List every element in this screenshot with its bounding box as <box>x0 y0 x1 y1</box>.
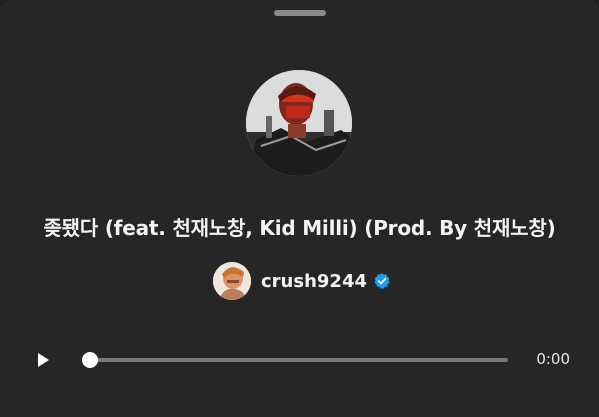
album-cover <box>246 70 352 176</box>
artist-avatar-image <box>213 262 251 300</box>
play-button[interactable] <box>30 348 54 372</box>
current-time: 0:00 <box>536 350 570 368</box>
artist-link[interactable]: crush9244 <box>213 262 391 300</box>
verified-badge-icon <box>374 273 390 289</box>
artist-avatar[interactable] <box>213 262 251 300</box>
music-share-sheet: 좆됐다 (feat. 천재노창, Kid Milli) (Prod. By 천재… <box>0 0 599 417</box>
seek-thumb[interactable] <box>82 352 98 368</box>
sheet-grab-handle[interactable] <box>273 10 326 16</box>
artist-username[interactable]: crush9244 <box>261 271 367 292</box>
album-cover-image <box>246 70 352 176</box>
audio-player: 0:00 <box>0 342 599 378</box>
play-icon <box>38 353 49 367</box>
track-title: 좆됐다 (feat. 천재노창, Kid Milli) (Prod. By 천재… <box>43 216 556 240</box>
seek-bar[interactable] <box>82 352 508 368</box>
